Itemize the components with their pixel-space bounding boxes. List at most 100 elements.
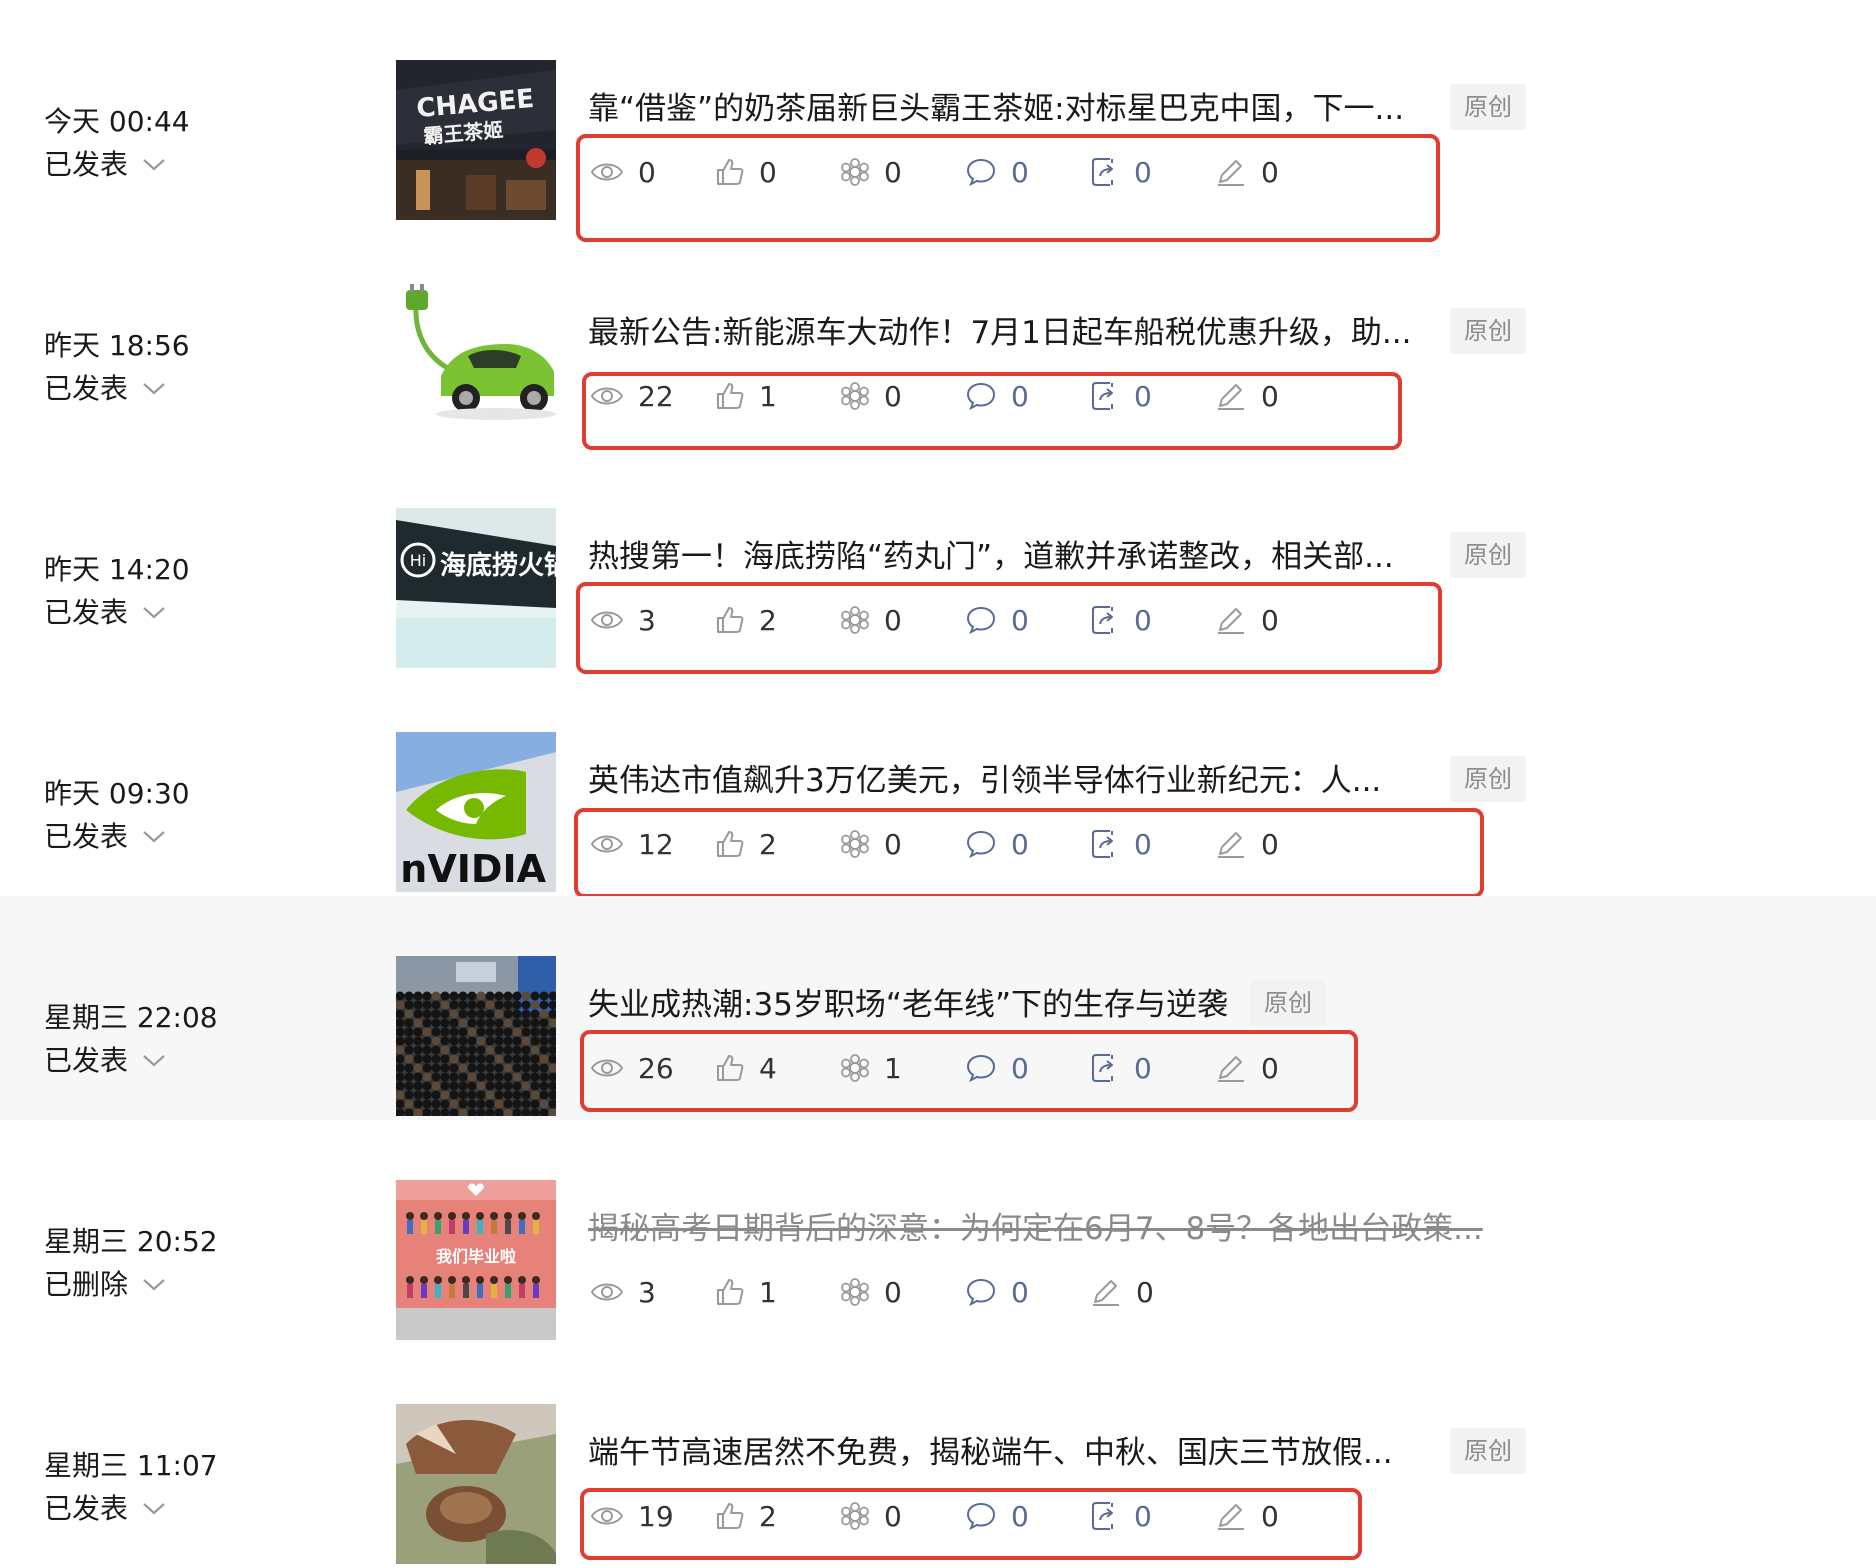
status-label: 已发表 [44,1044,129,1077]
notes-count: 0 [1261,827,1279,861]
eye-icon [590,835,624,853]
article-title[interactable]: 最新公告:新能源车大动作！7月1日起车船税优惠升级，助... [588,310,1411,356]
comments-stat[interactable]: 0 [965,1276,1090,1309]
wow-stat: 0 [840,1500,965,1533]
eye-icon [590,163,624,181]
likes-stat: 2 [715,1500,840,1533]
article-row[interactable]: 星期三 20:52 已删除 我们毕业啦 揭秘高考日期背后的深意：为何定在6月7、… [0,1120,1876,1344]
views-count: 19 [638,1499,674,1533]
svg-text:Hi: Hi [410,551,426,570]
status-dropdown[interactable]: 已发表 [44,143,166,187]
notes-count: 0 [1136,1275,1154,1309]
flower-icon [841,1278,869,1306]
likes-count: 4 [759,1051,777,1085]
thumbs-up-icon [717,607,744,633]
comments-stat[interactable]: 0 [965,380,1090,413]
shares-stat[interactable]: 0 [1090,828,1215,861]
views-stat: 22 [590,380,715,413]
article-thumbnail-green-electric-car[interactable] [396,284,556,444]
status-dropdown[interactable]: 已发表 [44,367,166,411]
article-title[interactable]: 靠“借鉴”的奶茶届新巨头霸王茶姬:对标星巴克中国，下一... [588,86,1404,132]
status-label: 已发表 [44,148,129,181]
comments-stat[interactable]: 0 [965,604,1090,637]
article-row[interactable]: 星期三 11:07 已发表 端午节高速居然不免费，揭秘端午、中秋、国庆三节放假.… [0,1344,1876,1568]
chevron-down-icon [142,830,166,844]
likes-stat: 1 [715,1276,840,1309]
eye-icon [590,1059,624,1077]
likes-stat: 1 [715,380,840,413]
article-thumbnail-zongzi-food[interactable] [396,1404,556,1564]
notes-stat: 0 [1215,1500,1340,1533]
comments-stat[interactable]: 0 [965,1500,1090,1533]
article-title[interactable]: 失业成热潮:35岁职场“老年线”下的生存与逆袭 [588,982,1228,1028]
comments-count: 0 [1011,1275,1029,1309]
original-badge: 原创 [1450,308,1526,354]
article-thumbnail-nvidia-logo[interactable]: nVIDIA [396,732,556,892]
article-title[interactable]: 端午节高速居然不免费，揭秘端午、中秋、国庆三节放假... [588,1430,1393,1476]
status-dropdown[interactable]: 已删除 [44,1263,166,1307]
comments-stat[interactable]: 0 [965,828,1090,861]
comment-icon [966,1278,996,1307]
wow-count: 0 [884,827,902,861]
status-dropdown[interactable]: 已发表 [44,815,166,859]
article-title[interactable]: 英伟达市值飙升3万亿美元，引领半导体行业新纪元：人... [588,758,1381,804]
article-title[interactable]: 热搜第一！海底捞陷“药丸门”，道歉并承诺整改，相关部... [588,534,1394,580]
chevron-down-icon [142,1502,166,1516]
share-icon [1092,1502,1113,1530]
article-row[interactable]: 今天 00:44 已发表 CHAGEE 霸王茶姬 靠“借鉴”的奶茶届新巨头霸王茶… [0,0,1876,242]
shares-stat[interactable]: 0 [1090,156,1215,189]
article-stats: 3 1 0 0 0 [590,1270,1215,1314]
share-icon [1092,1054,1113,1082]
status-dropdown[interactable]: 已发表 [44,1487,166,1531]
status-dropdown[interactable]: 已发表 [44,591,166,635]
comments-count: 0 [1011,603,1029,637]
views-count: 22 [638,379,674,413]
comments-count: 0 [1011,1499,1029,1533]
status-label: 已发表 [44,372,129,405]
original-badge: 原创 [1250,980,1326,1026]
thumbs-up-icon [717,831,744,857]
views-stat: 3 [590,604,715,637]
flower-icon [841,1054,869,1082]
article-row[interactable]: 昨天 14:20 已发表 Hi 海底捞火锅 热搜第一！海底捞陷“药丸门”，道歉并… [0,448,1876,674]
status-label: 已发表 [44,1492,129,1525]
comments-stat[interactable]: 0 [965,1052,1090,1085]
article-row[interactable]: 昨天 09:30 已发表 nVIDIA 英伟达市值飙升3万亿美元，引领半导体行业… [0,672,1876,898]
article-list: 今天 00:44 已发表 CHAGEE 霸王茶姬 靠“借鉴”的奶茶届新巨头霸王茶… [0,0,1876,1564]
article-row[interactable]: 昨天 18:56 已发表 最新公告:新能源车大动作！7月1日起车船税优惠升级，助… [0,224,1876,450]
comment-icon [966,830,996,859]
likes-count: 1 [759,1275,777,1309]
shares-count: 0 [1134,603,1152,637]
shares-stat[interactable]: 0 [1090,1052,1215,1085]
shares-stat[interactable]: 0 [1090,380,1215,413]
comment-icon [966,1502,996,1531]
wow-count: 0 [884,379,902,413]
article-thumbnail-graduation-illustration[interactable]: 我们毕业啦 [396,1180,556,1340]
notes-stat: 0 [1215,156,1340,189]
original-badge: 原创 [1450,532,1526,578]
original-badge: 原创 [1450,84,1526,130]
article-thumbnail-job-fair-crowd[interactable] [396,956,556,1116]
chevron-down-icon [142,382,166,396]
thumbs-up-icon [717,1055,744,1081]
status-dropdown[interactable]: 已发表 [44,1039,166,1083]
views-count: 3 [638,1275,656,1309]
eye-icon [590,387,624,405]
article-thumbnail-haidilao-sign[interactable]: Hi 海底捞火锅 [396,508,556,668]
thumbnail-image: nVIDIA [396,732,556,892]
comments-count: 0 [1011,1051,1029,1085]
likes-stat: 2 [715,604,840,637]
article-title[interactable]: 揭秘高考日期背后的深意：为何定在6月7、8号？各地出台政策... [588,1206,1483,1252]
shares-count: 0 [1134,379,1152,413]
comments-stat[interactable]: 0 [965,156,1090,189]
article-row[interactable]: 星期三 22:08 已发表 失业成热潮:35岁职场“老年线”下的生存与逆袭 原创… [0,896,1876,1120]
shares-stat[interactable]: 0 [1090,1500,1215,1533]
article-thumbnail-chagee-storefront[interactable]: CHAGEE 霸王茶姬 [396,60,556,220]
flower-icon [841,606,869,634]
status-label: 已删除 [44,1268,129,1301]
wow-count: 1 [884,1051,902,1085]
publish-time: 昨天 14:20 [44,553,190,586]
pen-icon [1218,832,1244,858]
views-stat: 19 [590,1500,715,1533]
shares-stat[interactable]: 0 [1090,604,1215,637]
